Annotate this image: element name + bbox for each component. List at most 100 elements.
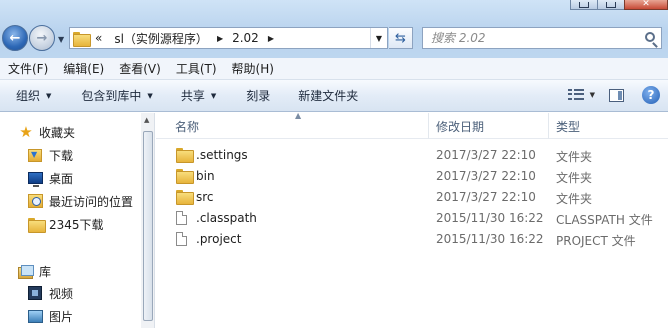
sidebar-item-label: 桌面 (49, 171, 74, 186)
search-box[interactable] (422, 27, 662, 49)
file-icon (176, 232, 187, 246)
arrow-left-icon: ← (9, 30, 21, 46)
sidebar-item-label: 下载 (49, 148, 74, 163)
video-library-icon (28, 286, 42, 300)
scroll-up-icon[interactable]: ▲ (144, 116, 149, 124)
file-modified: 2017/3/27 22:10 (436, 190, 536, 204)
column-header-name[interactable]: 名称 (175, 118, 199, 135)
address-dropdown-button[interactable]: ▼ (370, 28, 387, 48)
share-button[interactable]: 共享 ▼ (181, 87, 216, 104)
breadcrumb-chevron-icon[interactable]: ▶ (268, 34, 274, 43)
command-bar: 组织 ▼ 包含到库中 ▼ 共享 ▼ 刻录 新建文件夹 ▼ ? (0, 80, 668, 112)
search-icon[interactable] (645, 32, 655, 42)
recent-pages-dropdown[interactable]: ▼ (58, 35, 64, 44)
file-type: PROJECT 文件 (556, 234, 636, 248)
file-type: 文件夹 (556, 171, 593, 185)
file-type: 文件夹 (556, 192, 593, 206)
sort-ascending-icon: ▲ (295, 111, 302, 120)
sidebar-item-label: 2345下载 (49, 217, 104, 232)
sidebar-item-favorites[interactable]: ★ 收藏夹 (18, 122, 75, 142)
chevron-down-icon: ▼ (147, 91, 153, 100)
help-icon[interactable]: ? (642, 86, 660, 104)
menu-tools[interactable]: 工具(T) (176, 60, 217, 77)
sidebar-item-label: 收藏夹 (39, 125, 76, 140)
breadcrumb: « sl（实例源程序） ▶ 2.02 ▶ (95, 30, 283, 47)
chevron-down-icon: ▼ (210, 91, 217, 100)
close-button[interactable]: ✕ (624, 0, 668, 10)
star-icon: ★ (19, 123, 33, 141)
folder-icon (176, 190, 194, 205)
menu-edit[interactable]: 编辑(E) (63, 60, 104, 77)
file-name: .project (196, 232, 242, 246)
preview-pane-icon[interactable] (609, 88, 624, 102)
sidebar-item-recent[interactable]: 最近访问的位置 (28, 191, 133, 211)
breadcrumb-overflow[interactable]: « (95, 31, 102, 45)
file-row[interactable]: .settings 2017/3/27 22:10 文件夹 (156, 145, 668, 166)
organize-label: 组织 (16, 89, 41, 103)
file-row[interactable]: bin 2017/3/27 22:10 文件夹 (156, 166, 668, 187)
navigation-scrollbar[interactable]: ▲ (141, 113, 155, 328)
file-modified: 2015/11/30 16:22 (436, 211, 544, 225)
view-details-icon[interactable] (567, 89, 584, 101)
column-header-type[interactable]: 类型 (556, 118, 580, 135)
breadcrumb-chevron-icon[interactable]: ▶ (217, 34, 223, 43)
file-icon (176, 211, 187, 225)
sidebar-item-downloads[interactable]: 下载 (28, 145, 73, 165)
breadcrumb-item-current[interactable]: 2.02 (232, 31, 259, 45)
file-name: bin (196, 169, 215, 183)
window-controls: ✕ (570, 0, 668, 10)
include-in-library-button[interactable]: 包含到库中 ▼ (81, 87, 152, 104)
sidebar-item-pictures[interactable]: 图片 (28, 306, 73, 326)
arrow-right-icon: → (36, 30, 48, 46)
breadcrumb-item-parent[interactable]: sl（实例源程序） (114, 30, 208, 47)
refresh-icon: ⇆ (395, 30, 406, 46)
menu-view[interactable]: 查看(V) (119, 60, 161, 77)
organize-button[interactable]: 组织 ▼ (16, 87, 51, 104)
new-folder-label: 新建文件夹 (298, 89, 359, 103)
file-row[interactable]: .project 2015/11/30 16:22 PROJECT 文件 (156, 229, 668, 250)
scrollbar-thumb[interactable] (143, 131, 153, 321)
file-name: .classpath (196, 211, 257, 225)
menu-help[interactable]: 帮助(H) (232, 60, 274, 77)
burn-label: 刻录 (246, 89, 271, 103)
maximize-button[interactable] (597, 0, 625, 10)
file-name: .settings (196, 148, 248, 162)
file-modified: 2017/3/27 22:10 (436, 169, 536, 183)
sidebar-item-label: 视频 (49, 286, 74, 301)
share-label: 共享 (180, 89, 205, 103)
file-type: 文件夹 (556, 150, 593, 164)
sidebar-item-label: 库 (39, 264, 52, 279)
menu-bar: 文件(F) 编辑(E) 查看(V) 工具(T) 帮助(H) (0, 58, 668, 80)
downloads-folder-icon (28, 148, 42, 162)
new-folder-button[interactable]: 新建文件夹 (298, 87, 358, 104)
address-bar[interactable]: « sl（实例源程序） ▶ 2.02 ▶ ▼ (69, 27, 388, 49)
minimize-button[interactable] (570, 0, 598, 10)
folder-icon (73, 31, 91, 47)
navigation-pane: ★ 收藏夹 下载 桌面 最近访问的位置 2345下载 库 视频 图片 (0, 113, 140, 328)
search-input[interactable] (431, 31, 631, 45)
sidebar-item-desktop[interactable]: 桌面 (28, 168, 73, 188)
sidebar-item-2345-downloads[interactable]: 2345下载 (28, 214, 104, 234)
menu-file[interactable]: 文件(F) (8, 60, 48, 77)
column-divider[interactable] (428, 113, 429, 139)
picture-library-icon (28, 309, 43, 323)
refresh-button[interactable]: ⇆ (389, 27, 413, 49)
view-options-dropdown[interactable]: ▼ (590, 91, 595, 99)
back-button[interactable]: ← (2, 25, 28, 51)
view-controls: ▼ ? (567, 86, 660, 104)
recent-places-icon (28, 194, 43, 208)
file-type: CLASSPATH 文件 (556, 213, 653, 227)
folder-icon (176, 148, 194, 163)
file-row[interactable]: .classpath 2015/11/30 16:22 CLASSPATH 文件 (156, 208, 668, 229)
title-address-bar: ✕ ← → ▼ « sl（实例源程序） ▶ 2.02 ▶ ▼ ⇆ (0, 0, 668, 58)
sidebar-item-label: 最近访问的位置 (49, 194, 134, 209)
column-divider[interactable] (548, 113, 549, 139)
column-header-modified[interactable]: 修改日期 (436, 118, 484, 135)
sidebar-item-libraries[interactable]: 库 (18, 261, 51, 281)
burn-button[interactable]: 刻录 (246, 87, 270, 104)
folder-icon (176, 169, 194, 184)
library-icon (18, 264, 34, 279)
sidebar-item-videos[interactable]: 视频 (28, 283, 73, 303)
forward-button[interactable]: → (29, 25, 55, 51)
file-row[interactable]: src 2017/3/27 22:10 文件夹 (156, 187, 668, 208)
